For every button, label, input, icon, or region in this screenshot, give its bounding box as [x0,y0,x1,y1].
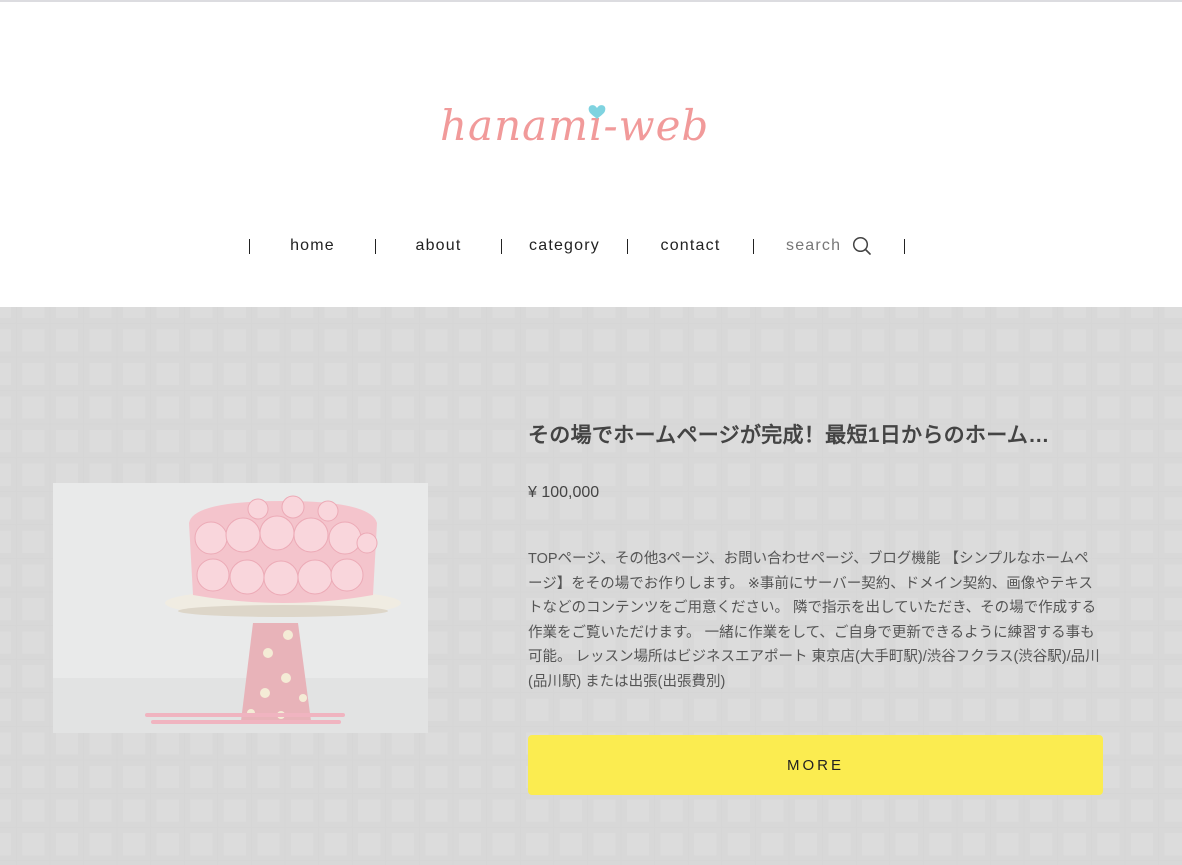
main-nav: home about category contact [249,232,905,260]
product-price: ¥ 100,000 [528,484,600,501]
nav-separator [904,238,905,254]
product-description: TOPページ、その他3ページ、お問い合わせページ、ブログ機能 【シンプルなホーム… [528,551,1100,690]
nav-search[interactable] [754,236,904,256]
top-border [0,0,1182,2]
cake-image [53,483,428,733]
search-icon[interactable] [852,236,872,256]
search-input[interactable] [786,237,848,255]
nav-item-category[interactable]: category [502,232,627,260]
logo-graphic: hanami-web [440,101,709,150]
product-image[interactable] [53,483,428,733]
logo-text: hanami-web [440,101,709,150]
more-button[interactable]: MORE [528,735,1103,795]
product-title[interactable]: その場でホームページが完成！最短1日からのホーム… [528,420,1098,452]
nav-item-about[interactable]: about [376,232,501,260]
nav-item-contact[interactable]: contact [628,232,753,260]
nav-item-home[interactable]: home [250,232,375,260]
site-logo[interactable]: hanami-web [436,96,716,156]
